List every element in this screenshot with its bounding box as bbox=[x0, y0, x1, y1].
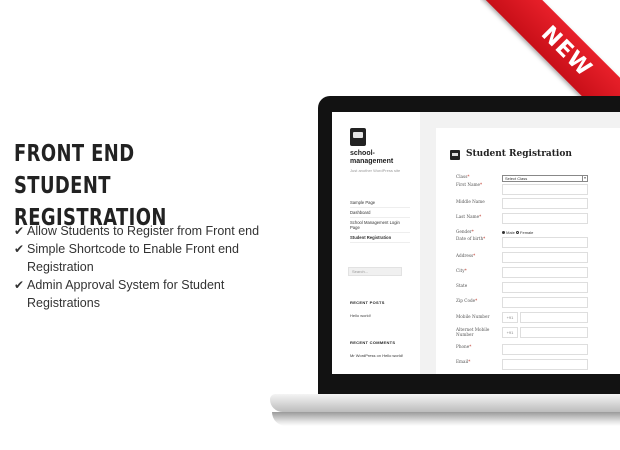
phone-input[interactable] bbox=[502, 344, 588, 355]
nav-item-login-page[interactable]: School Management Login Page bbox=[350, 218, 410, 233]
gender-female-radio[interactable] bbox=[515, 231, 519, 235]
email-label: Email* bbox=[456, 359, 471, 364]
site-title[interactable]: school-management bbox=[350, 150, 414, 166]
dob-label: Date of birth* bbox=[456, 236, 486, 241]
feature-text: Allow Students to Register from Front en… bbox=[27, 224, 260, 238]
alt-mobile-input[interactable] bbox=[520, 327, 588, 338]
class-select-value: Select Class bbox=[505, 176, 528, 181]
recent-comments-heading: RECENT COMMENTS bbox=[350, 340, 396, 345]
feature-item: ✔ Allow Students to Register from Front … bbox=[14, 222, 299, 240]
alt-mobile-country-code: +91 bbox=[502, 327, 518, 338]
middle-name-input[interactable] bbox=[502, 198, 588, 209]
feature-text: Simple Shortcode to Enable Front end Reg… bbox=[27, 242, 239, 274]
chevron-down-icon: ▾ bbox=[582, 176, 587, 181]
first-name-label: First Name* bbox=[456, 182, 483, 187]
middle-name-label: Middle Name bbox=[456, 199, 485, 204]
comment-post-link[interactable]: Hello world! bbox=[382, 353, 403, 358]
city-label: City* bbox=[456, 268, 467, 273]
dob-input[interactable] bbox=[502, 237, 588, 248]
zip-label: Zip Code* bbox=[456, 298, 478, 303]
promo-headline-line-1: FRONT END STUDENT bbox=[14, 141, 135, 199]
nav-item-sample-page[interactable]: Sample Page bbox=[350, 198, 410, 208]
check-icon: ✔ bbox=[14, 224, 25, 238]
last-name-label: Last Name* bbox=[456, 214, 482, 219]
gender-radio-group: Male Female bbox=[502, 230, 533, 235]
comment-author-link[interactable]: Mr WordPress bbox=[350, 353, 375, 358]
address-label: Address* bbox=[456, 253, 476, 258]
class-label: Class* bbox=[456, 174, 470, 179]
first-name-input[interactable] bbox=[502, 184, 588, 195]
sidebar-search-input[interactable]: Search... bbox=[348, 267, 402, 276]
class-select[interactable]: Select Class ▾ bbox=[502, 175, 588, 182]
feature-item: ✔ Admin Approval System for Student Regi… bbox=[14, 276, 299, 312]
new-ribbon-label: NEW bbox=[536, 21, 597, 82]
feature-text: Admin Approval System for Student Regist… bbox=[27, 278, 225, 310]
laptop-base-shadow bbox=[272, 412, 620, 426]
email-input[interactable] bbox=[502, 359, 588, 370]
feature-list: ✔ Allow Students to Register from Front … bbox=[14, 222, 299, 312]
comment-on-text: on bbox=[376, 353, 382, 358]
gender-male-label: Male bbox=[506, 230, 515, 235]
feature-item: ✔ Simple Shortcode to Enable Front end R… bbox=[14, 240, 299, 276]
gender-female-label: Female bbox=[520, 230, 534, 235]
main-content: Student Registration Class* Select Class… bbox=[436, 128, 620, 374]
alt-mobile-label: Alternet Mobile Number bbox=[456, 327, 490, 337]
laptop-base bbox=[270, 394, 620, 412]
graduation-cap-icon[interactable] bbox=[350, 128, 366, 146]
mobile-input[interactable] bbox=[520, 312, 588, 323]
check-icon: ✔ bbox=[14, 278, 25, 292]
recent-posts-heading: RECENT POSTS bbox=[350, 300, 385, 305]
address-input[interactable] bbox=[502, 252, 588, 263]
mobile-country-code: +91 bbox=[502, 312, 518, 323]
recent-post-link[interactable]: Hello world! bbox=[350, 313, 371, 318]
gender-male-radio[interactable] bbox=[502, 231, 505, 235]
city-input[interactable] bbox=[502, 267, 588, 278]
recent-comment: Mr WordPress on Hello world! bbox=[350, 353, 403, 358]
phone-label: Phone* bbox=[456, 344, 472, 349]
zip-input[interactable] bbox=[502, 297, 588, 308]
laptop-screen: school-management Just another WordPress… bbox=[332, 112, 620, 374]
state-input[interactable] bbox=[502, 282, 588, 293]
site-sidebar: school-management Just another WordPress… bbox=[332, 112, 420, 374]
graduation-cap-icon bbox=[450, 150, 460, 160]
last-name-input[interactable] bbox=[502, 213, 588, 224]
check-icon: ✔ bbox=[14, 242, 25, 256]
gender-label: Gender* bbox=[456, 229, 474, 234]
form-title: Student Registration bbox=[466, 149, 572, 159]
site-tagline: Just another WordPress site bbox=[350, 168, 401, 173]
site-nav: Sample Page Dashboard School Management … bbox=[350, 198, 410, 243]
state-label: State bbox=[456, 283, 468, 288]
mobile-label: Mobile Number bbox=[456, 314, 490, 319]
nav-item-student-registration[interactable]: Student Registration bbox=[350, 233, 410, 243]
promo-headline: FRONT END STUDENT REGISTRATION bbox=[14, 138, 232, 234]
nav-item-dashboard[interactable]: Dashboard bbox=[350, 208, 410, 218]
